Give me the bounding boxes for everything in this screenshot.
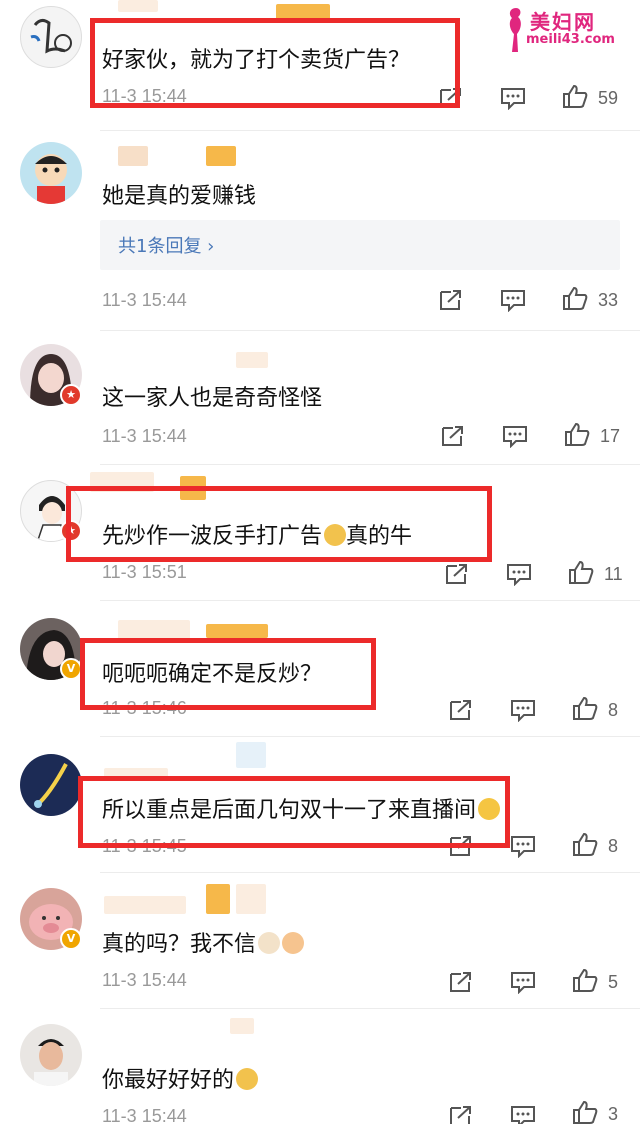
- comment-icon[interactable]: [510, 834, 536, 858]
- comment-icon[interactable]: [500, 86, 526, 110]
- like-icon[interactable]: [568, 560, 594, 584]
- comment-text: 她是真的爱赚钱: [102, 184, 257, 209]
- avatar[interactable]: [20, 754, 82, 816]
- comment-text: 真的吗？我不信: [102, 926, 305, 958]
- verified-badge: V: [60, 658, 82, 680]
- share-icon[interactable]: [444, 562, 470, 586]
- comment-text: 这一家人也是奇奇怪怪: [102, 386, 323, 411]
- share-icon[interactable]: [440, 424, 466, 448]
- like-count: 11: [604, 564, 623, 584]
- comment-text: 先炒作一波反手打广告 真的牛: [102, 524, 413, 549]
- view-replies-link[interactable]: 共1条回复 ›: [118, 232, 214, 258]
- like-icon[interactable]: [572, 968, 598, 992]
- comment-icon[interactable]: [510, 698, 536, 722]
- thumbs-up-emoji-icon: [282, 932, 305, 954]
- comment-icon[interactable]: [510, 1104, 536, 1124]
- avatar[interactable]: [20, 1024, 82, 1086]
- laughing-emoji-icon: [478, 798, 501, 820]
- like-count: 8: [608, 836, 619, 856]
- share-icon[interactable]: [448, 970, 474, 994]
- comment-icon[interactable]: [506, 562, 532, 586]
- like-icon[interactable]: [572, 696, 598, 720]
- reply-box[interactable]: 共1条回复 ›: [100, 220, 620, 270]
- watermark-site-url: meili43.com: [526, 32, 615, 47]
- comment-time: 11-3 15:44: [102, 970, 187, 990]
- comment-text: 好家伙，就为了打个卖货广告？: [102, 48, 411, 73]
- share-icon[interactable]: [448, 834, 474, 858]
- like-count: 59: [598, 88, 619, 108]
- comment-time: 11-3 15:44: [102, 86, 187, 106]
- site-watermark: 美妇网 meili43.com: [504, 4, 626, 54]
- cat-emoji-icon: [258, 932, 281, 954]
- comment-text: 所以重点是后面几句双十一了来直播间: [102, 792, 501, 824]
- woman-silhouette-logo-icon: [509, 8, 521, 52]
- like-count: 17: [600, 426, 621, 446]
- verified-badge: V: [60, 928, 82, 950]
- avatar[interactable]: [20, 142, 82, 204]
- like-icon[interactable]: [562, 84, 588, 108]
- comment-time: 11-3 15:45: [102, 836, 187, 856]
- comment-text: 呃呃呃确定不是反炒？: [102, 662, 323, 687]
- comment-time: 11-3 15:44: [102, 426, 187, 446]
- like-icon[interactable]: [572, 832, 598, 856]
- comment-time: 11-3 15:51: [102, 562, 187, 582]
- like-count: 3: [608, 1104, 619, 1124]
- share-icon[interactable]: [438, 288, 464, 312]
- share-icon[interactable]: [448, 1104, 474, 1124]
- comment-icon[interactable]: [502, 424, 528, 448]
- verified-badge: ★: [60, 384, 82, 406]
- share-icon[interactable]: [438, 86, 464, 110]
- like-count: 8: [608, 700, 619, 720]
- like-count: 33: [598, 290, 619, 310]
- like-icon[interactable]: [572, 1100, 598, 1124]
- comment-icon[interactable]: [500, 288, 526, 312]
- watermark-site-name: 美妇网: [530, 10, 596, 34]
- comment-time: 11-3 15:46: [102, 698, 187, 718]
- doge-emoji-icon: [324, 524, 347, 546]
- comment-time: 11-3 15:44: [102, 290, 187, 310]
- share-icon[interactable]: [448, 698, 474, 722]
- like-count: 5: [608, 972, 619, 992]
- avatar[interactable]: [20, 6, 82, 68]
- like-icon[interactable]: [564, 422, 590, 446]
- doge-emoji-icon: [236, 1068, 259, 1090]
- comment-time: 11-3 15:44: [102, 1106, 187, 1124]
- comment-icon[interactable]: [510, 970, 536, 994]
- like-icon[interactable]: [562, 286, 588, 310]
- verified-badge: ★: [60, 520, 82, 542]
- comment-text: 你最好好好的: [102, 1062, 259, 1094]
